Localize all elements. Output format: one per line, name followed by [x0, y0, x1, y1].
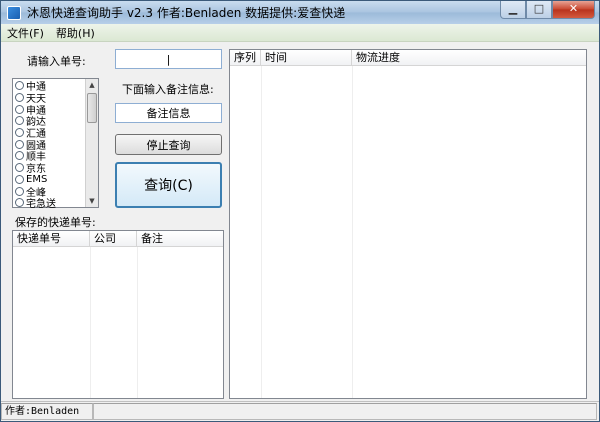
- status-bar: 作者:Benladen: [1, 401, 599, 421]
- courier-list[interactable]: 中通 天天 申通 韵达 汇通 圆通 顺丰 京东 EMS 全峰 宅急送 ▲ ▼: [12, 78, 99, 211]
- column-progress[interactable]: 物流进度: [352, 50, 586, 66]
- app-icon: [7, 5, 21, 20]
- results-list-header: 序列 时间 物流进度: [230, 50, 586, 66]
- saved-numbers-label: 保存的快递单号:: [15, 216, 96, 229]
- window-title: 沐恩快递查询助手 v2.3 作者:Benladen 数据提供:爱查快递: [27, 6, 346, 20]
- column-time[interactable]: 时间: [261, 50, 352, 66]
- radio-icon[interactable]: [15, 198, 24, 208]
- close-button[interactable]: ✕: [552, 1, 595, 19]
- column-note[interactable]: 备注: [137, 231, 223, 247]
- saved-numbers-list[interactable]: 快递单号 公司 备注: [12, 230, 224, 399]
- app-window: 沐恩快递查询助手 v2.3 作者:Benladen 数据提供:爱查快递 ▁ □ …: [0, 0, 600, 422]
- tracking-number-input[interactable]: |: [115, 49, 222, 69]
- title-bar: 沐恩快递查询助手 v2.3 作者:Benladen 数据提供:爱查快递 ▁ □ …: [1, 1, 599, 24]
- radio-icon[interactable]: [15, 128, 24, 138]
- column-divider: [137, 247, 138, 398]
- column-divider: [90, 247, 91, 398]
- note-label: 下面输入备注信息:: [122, 83, 214, 96]
- radio-icon[interactable]: [15, 139, 24, 149]
- column-tracking-number[interactable]: 快递单号: [13, 231, 90, 247]
- radio-icon[interactable]: [15, 93, 24, 103]
- courier-list-scrollbar[interactable]: ▲ ▼: [85, 79, 98, 207]
- radio-icon[interactable]: [15, 174, 24, 184]
- radio-icon[interactable]: [15, 186, 24, 196]
- column-sequence[interactable]: 序列: [230, 50, 261, 66]
- scroll-up-icon[interactable]: ▲: [86, 79, 98, 91]
- column-company[interactable]: 公司: [90, 231, 137, 247]
- saved-list-header: 快递单号 公司 备注: [13, 231, 223, 247]
- note-input[interactable]: 备注信息: [115, 103, 222, 123]
- scroll-thumb[interactable]: [87, 93, 97, 123]
- radio-icon[interactable]: [15, 163, 24, 173]
- column-divider: [352, 66, 353, 398]
- status-author: 作者:Benladen: [1, 403, 93, 420]
- scroll-down-icon[interactable]: ▼: [86, 195, 98, 207]
- stop-query-button[interactable]: 停止查询: [115, 134, 222, 155]
- menu-file[interactable]: 文件(F): [1, 25, 50, 41]
- radio-icon[interactable]: [15, 151, 24, 161]
- maximize-button[interactable]: □: [526, 1, 552, 19]
- query-button[interactable]: 查询(C): [115, 162, 222, 208]
- tracking-number-label: 请输入单号:: [27, 55, 86, 68]
- window-controls: ▁ □ ✕: [500, 1, 595, 19]
- radio-icon[interactable]: [15, 104, 24, 114]
- radio-icon[interactable]: [15, 116, 24, 126]
- results-list[interactable]: 序列 时间 物流进度: [229, 49, 587, 399]
- menu-help[interactable]: 帮助(H): [50, 25, 101, 41]
- minimize-button[interactable]: ▁: [500, 1, 526, 19]
- menu-bar: 文件(F) 帮助(H): [1, 24, 599, 42]
- courier-label: 宅急送: [26, 199, 56, 211]
- radio-icon[interactable]: [15, 81, 24, 91]
- status-extra: [93, 403, 597, 420]
- column-divider: [261, 66, 262, 398]
